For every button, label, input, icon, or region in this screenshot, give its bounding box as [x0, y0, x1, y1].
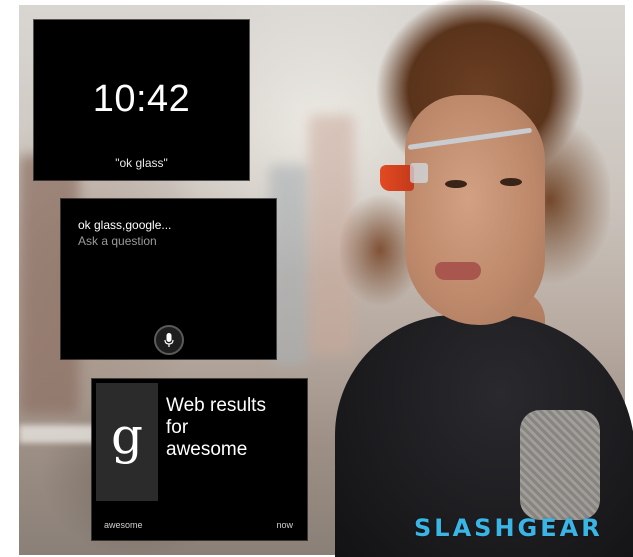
web-results-card[interactable]: g Web results for awesome awesome now [92, 379, 307, 540]
slashgear-watermark-logo: SLASHGEAR [414, 514, 603, 542]
voice-query-text: ok glass,google... [78, 218, 172, 232]
person-eye [500, 178, 522, 186]
microphone-button[interactable] [154, 325, 184, 355]
glass-headset-pod [380, 165, 414, 191]
clock-time: 10:42 [92, 78, 191, 120]
screenshot-frame: 10:42 "ok glass" ok glass,google... Ask … [0, 0, 633, 557]
results-title-line: Web results [166, 395, 266, 416]
results-title: Web results for awesome [166, 395, 301, 461]
voice-prompt-text: Ask a question [78, 234, 157, 248]
results-query-term: awesome [166, 439, 248, 460]
microphone-icon [164, 333, 174, 347]
clock-card[interactable]: 10:42 "ok glass" [34, 20, 249, 180]
results-footer-time: now [276, 520, 293, 530]
glass-headset-prism [410, 163, 428, 183]
google-g-icon: g [110, 407, 143, 465]
person-eye [445, 180, 467, 188]
results-footer-query: awesome [104, 520, 143, 530]
person-lips [435, 262, 481, 280]
person-scarf [520, 410, 600, 520]
results-title-line: for [166, 417, 189, 438]
voice-query-card[interactable]: ok glass,google... Ask a question [61, 199, 276, 359]
google-logo-tile: g [96, 383, 158, 501]
voice-hint: "ok glass" [115, 156, 168, 170]
